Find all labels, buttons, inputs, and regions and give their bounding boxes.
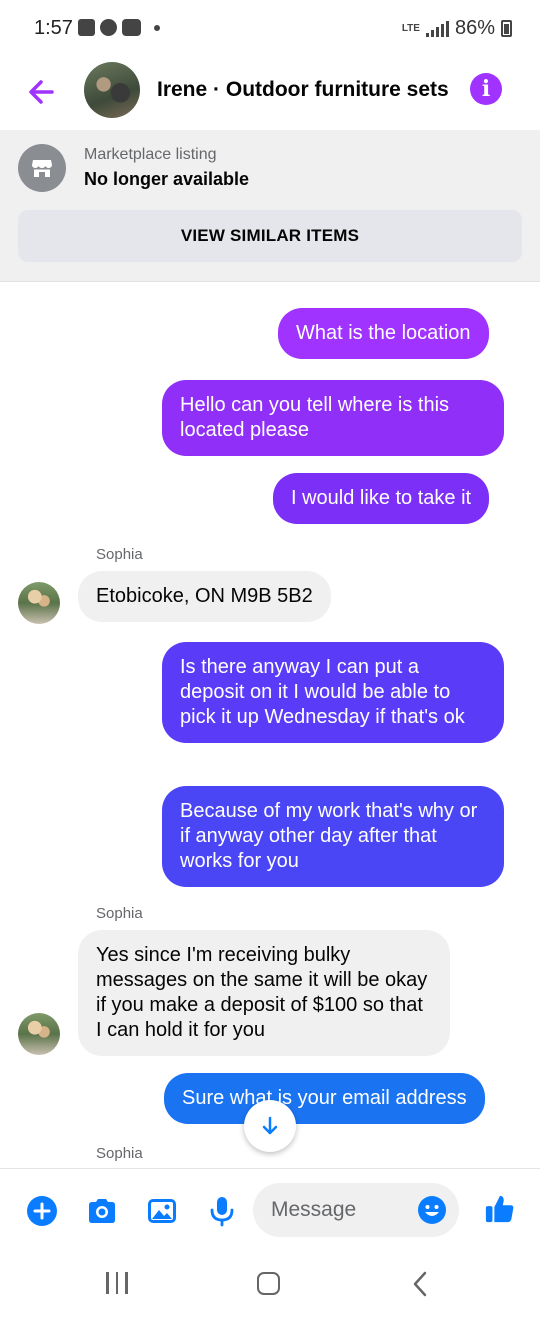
thumbs-up-icon[interactable] xyxy=(484,1193,516,1225)
sender-avatar[interactable] xyxy=(18,582,60,624)
youtube-notification-icon xyxy=(122,19,141,36)
plus-icon[interactable] xyxy=(26,1195,58,1227)
network-type: LTE xyxy=(401,23,420,34)
info-button[interactable]: i xyxy=(470,73,502,105)
view-similar-items-button[interactable]: VIEW SIMILAR ITEMS xyxy=(18,210,522,262)
message-bubble-outgoing[interactable]: Is there anyway I can put a deposit on i… xyxy=(162,642,504,743)
scroll-to-bottom-button[interactable] xyxy=(244,1100,296,1152)
battery-percent: 86% xyxy=(454,17,495,39)
sender-avatar[interactable] xyxy=(18,1013,60,1055)
more-notifications-dot-icon xyxy=(154,24,160,31)
emoji-icon[interactable] xyxy=(417,1195,447,1225)
message-bubble-incoming[interactable]: Yes since I'm receiving bulky messages o… xyxy=(78,930,450,1056)
message-bubble-outgoing[interactable]: Because of my work that's why or if anyw… xyxy=(162,786,504,887)
composer-bar: Message xyxy=(0,1168,540,1252)
thread-header: Irene · Outdoor furniture sets i xyxy=(0,58,540,130)
message-input[interactable]: Message xyxy=(253,1183,459,1237)
info-icon: i xyxy=(481,76,491,102)
back-nav-button[interactable] xyxy=(410,1270,430,1298)
message-bubble-outgoing[interactable]: What is the location xyxy=(278,308,489,359)
message-bubble-outgoing[interactable]: Hello can you tell where is this located… xyxy=(162,380,504,456)
thread-avatar[interactable] xyxy=(84,62,140,118)
message-bubble-outgoing[interactable]: I would like to take it xyxy=(273,473,490,524)
recent-apps-button[interactable] xyxy=(106,1272,128,1294)
notification-icons xyxy=(78,19,160,36)
sender-name: Sophia xyxy=(96,546,143,563)
gallery-notification-icon xyxy=(78,19,95,36)
battery-icon xyxy=(501,20,512,37)
image-icon[interactable] xyxy=(146,1195,178,1227)
signal-icon xyxy=(425,20,449,37)
message-list[interactable]: What is the location Hello can you tell … xyxy=(0,282,540,1168)
back-button[interactable] xyxy=(22,72,62,112)
status-time: 1:57 xyxy=(34,17,73,39)
thread-title[interactable]: Irene · Outdoor furniture sets xyxy=(157,78,449,102)
home-button[interactable] xyxy=(257,1272,280,1295)
message-bubble-outgoing[interactable]: Sure what is your email address xyxy=(164,1073,485,1124)
message-bubble-incoming[interactable]: Etobicoke, ON M9B 5B2 xyxy=(78,571,331,622)
status-bar: 1:57 LTE 86% xyxy=(0,0,540,58)
message-placeholder: Message xyxy=(271,1198,357,1221)
sender-name: Sophia xyxy=(96,1145,143,1162)
sender-name: Sophia xyxy=(96,905,143,922)
messenger-notification-icon xyxy=(100,19,117,36)
system-navigation-bar xyxy=(0,1252,540,1320)
arrow-down-icon xyxy=(262,1116,278,1135)
listing-status: No longer available xyxy=(84,169,250,189)
camera-icon[interactable] xyxy=(86,1195,118,1227)
storefront-icon xyxy=(18,144,66,192)
marketplace-banner: Marketplace listing No longer available … xyxy=(0,130,540,282)
arrow-left-icon xyxy=(29,80,54,104)
marketplace-label: Marketplace listing xyxy=(84,146,217,163)
microphone-icon[interactable] xyxy=(206,1195,238,1227)
system-status: LTE 86% xyxy=(402,17,512,40)
